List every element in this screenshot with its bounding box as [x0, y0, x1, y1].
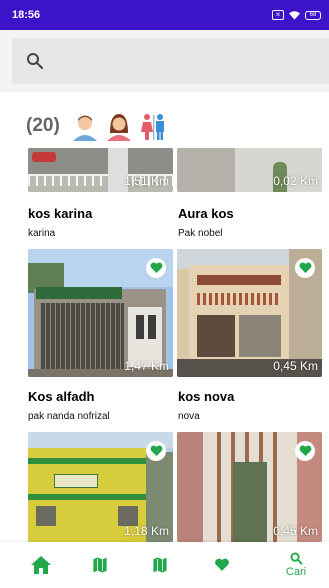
listing-distance: 1,47 Km	[124, 359, 169, 373]
search-icon	[290, 552, 302, 565]
listing-title: kos nova	[178, 389, 235, 404]
listing-title: Aura kos	[178, 206, 234, 221]
listing-card-image[interactable]: 0,45 Km	[177, 249, 322, 377]
listing-distance: 0,02 Km	[273, 174, 318, 188]
listing-distance: 0,45 Km	[273, 524, 318, 538]
listing-owner: karina	[28, 228, 56, 239]
listing-distance: 0,45 Km	[273, 359, 318, 373]
listing-card-image[interactable]: 1,51 Km	[28, 148, 173, 192]
listing-distance: 1,18 Km	[124, 524, 169, 538]
listing-card-image[interactable]: 0,45 Km	[177, 432, 322, 542]
nav-search-label: Cari	[285, 566, 307, 578]
heart-icon	[150, 262, 162, 273]
nav-map-alt[interactable]	[150, 542, 170, 588]
map-icon	[153, 557, 167, 573]
heart-icon	[299, 445, 311, 456]
listing-owner: nova	[178, 411, 200, 422]
favorite-button[interactable]	[295, 258, 315, 278]
listing-title: kos karina	[28, 206, 93, 221]
nav-map[interactable]	[90, 542, 110, 588]
home-icon	[31, 556, 51, 574]
listing-owner: pak nanda nofrizal	[28, 411, 110, 422]
favorite-button[interactable]	[146, 441, 166, 461]
listing-title: Kos alfadh	[28, 389, 95, 404]
heart-icon	[215, 558, 229, 571]
bottom-navigation: Cari	[0, 542, 329, 588]
listing-distance: 1,51 Km	[124, 174, 169, 188]
listing-owner: Pak nobel	[178, 228, 223, 239]
map-icon	[93, 557, 107, 573]
nav-search[interactable]: Cari	[280, 542, 312, 588]
listing-grid: 1,51 Km 0,02 Km kos karina karina Aura k…	[0, 0, 329, 588]
listing-card-image[interactable]: 0,02 Km	[177, 148, 322, 192]
favorite-button[interactable]	[146, 258, 166, 278]
nav-favorites[interactable]	[212, 542, 232, 588]
listing-card-image[interactable]: 1,18 Km	[28, 432, 173, 542]
heart-icon	[150, 445, 162, 456]
nav-home[interactable]	[28, 542, 54, 588]
heart-icon	[299, 262, 311, 273]
listing-card-image[interactable]: 1,47 Km	[28, 249, 173, 377]
favorite-button[interactable]	[295, 441, 315, 461]
